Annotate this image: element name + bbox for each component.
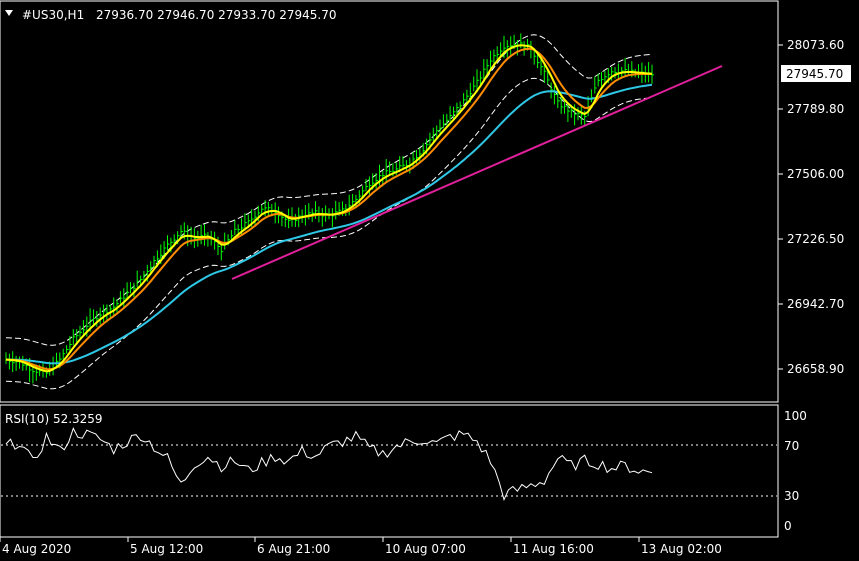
price-tick-label: 27506.00 <box>787 167 844 181</box>
trading-chart[interactable]: #US30,H1 27936.70 27946.70 27933.70 2794… <box>0 0 859 561</box>
price-tick-label: 27789.80 <box>787 102 844 116</box>
rsi-panel[interactable] <box>0 404 779 538</box>
time-tick-label: 13 Aug 02:00 <box>641 542 722 556</box>
rsi-label: RSI(10) 52.3259 <box>5 412 103 426</box>
current-price-marker: 27945.70 <box>781 65 851 82</box>
time-tick-label: 6 Aug 21:00 <box>257 542 330 556</box>
time-tick-label: 11 Aug 16:00 <box>513 542 594 556</box>
current-price-label: 27945.70 <box>786 67 843 81</box>
ohlc-label: 27936.70 27946.70 27933.70 27945.70 <box>96 8 336 22</box>
rsi-tick-label: 30 <box>784 489 799 503</box>
price-tick-label: 26658.90 <box>787 362 844 376</box>
time-axis: 4 Aug 2020 5 Aug 12:00 6 Aug 21:00 10 Au… <box>0 537 722 556</box>
rsi-tick-label: 70 <box>784 439 799 453</box>
price-tick-label: 27226.50 <box>787 232 844 246</box>
time-tick-label: 5 Aug 12:00 <box>130 542 203 556</box>
price-axis: 28073.60 27789.80 27506.00 27226.50 2694… <box>778 38 844 376</box>
price-tick-label: 28073.60 <box>787 38 844 52</box>
rsi-tick-label: 0 <box>784 519 792 533</box>
time-tick-label: 10 Aug 07:00 <box>385 542 466 556</box>
rsi-axis: 100 70 30 0 <box>784 409 807 533</box>
rsi-tick-label: 100 <box>784 409 807 423</box>
time-tick-label: 4 Aug 2020 <box>2 542 71 556</box>
symbol-label: #US30,H1 <box>22 8 84 22</box>
price-tick-label: 26942.70 <box>787 297 844 311</box>
